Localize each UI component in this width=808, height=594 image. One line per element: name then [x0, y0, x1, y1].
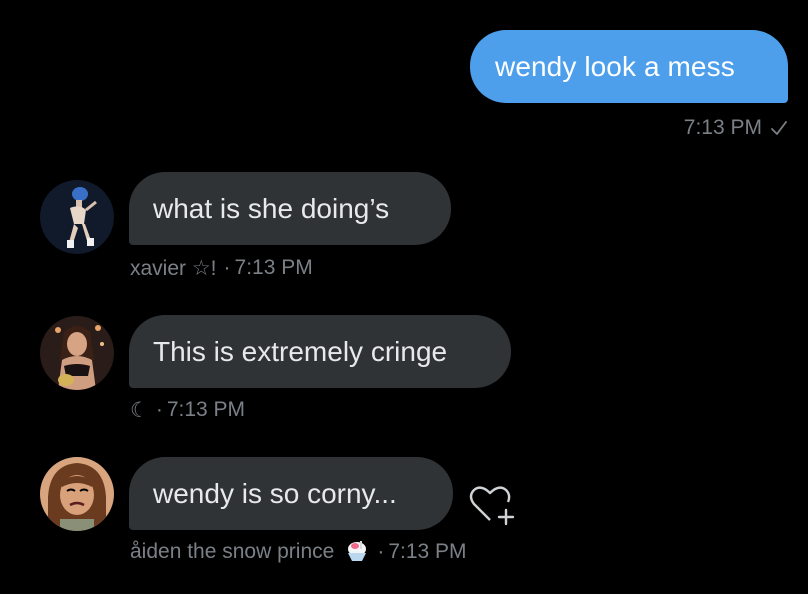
cartoon-avatar[interactable]: [40, 457, 114, 531]
meta-separator: ·: [155, 398, 163, 421]
received-message-text: wendy is so corny...: [153, 477, 397, 509]
message-time: 7:13 PM: [388, 540, 467, 563]
received-message-bubble[interactable]: This is extremely cringe: [129, 315, 511, 388]
sender-name[interactable]: ☾: [130, 398, 149, 423]
message-time: 7:13 PM: [234, 256, 313, 279]
performer-avatar[interactable]: [40, 180, 114, 254]
received-message-text: This is extremely cringe: [153, 335, 448, 367]
meta-separator: ·: [223, 256, 231, 279]
received-message-meta: xavier ☆! · 7:13 PM: [130, 254, 313, 282]
dm-conversation: wendy look a mess 7:13 PM what is she do…: [0, 0, 808, 594]
sent-message-meta: 7:13 PM: [684, 114, 788, 142]
message-time: 7:13 PM: [166, 398, 246, 421]
sender-name[interactable]: åiden the snow prince: [130, 540, 334, 564]
check-icon: [771, 121, 787, 135]
shaved-ice-emoji: [348, 541, 367, 561]
received-message-meta: ☾ · 7:13 PM: [130, 396, 245, 424]
sent-message-bubble[interactable]: wendy look a mess: [470, 30, 788, 103]
singer-avatar[interactable]: [40, 316, 114, 390]
received-message-bubble[interactable]: what is she doing’s: [129, 172, 451, 245]
sent-message-time: 7:13 PM: [683, 116, 762, 139]
sender-name[interactable]: xavier ☆!: [130, 256, 217, 281]
received-message-bubble[interactable]: wendy is so corny...: [129, 457, 453, 530]
heart-plus-icon[interactable]: [468, 484, 518, 528]
received-message-meta: åiden the snow prince · 7:13 PM: [130, 538, 467, 566]
sent-message-text: wendy look a mess: [495, 50, 735, 82]
meta-separator: ·: [377, 540, 385, 563]
received-message-text: what is she doing’s: [153, 192, 390, 224]
